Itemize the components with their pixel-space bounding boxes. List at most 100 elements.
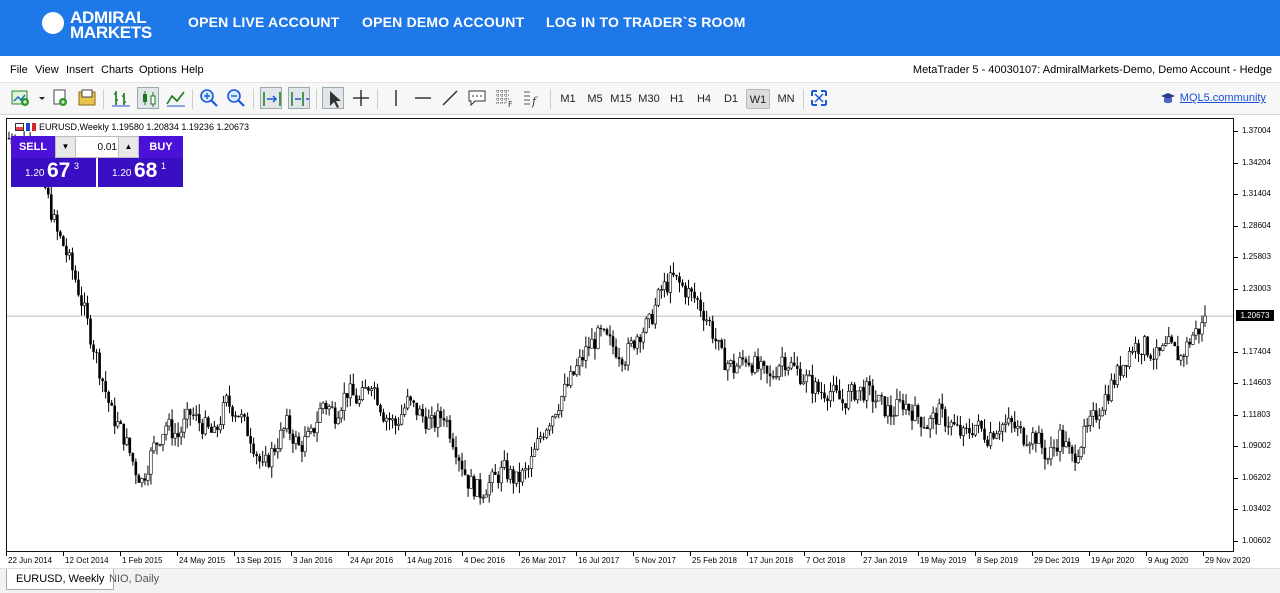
lot-decrease-icon[interactable]: ▼: [56, 137, 76, 157]
timeframe-m30[interactable]: M30: [637, 89, 661, 109]
tab-nio-daily[interactable]: NIO, Daily: [100, 569, 168, 590]
candle-body: [212, 426, 216, 433]
candle-body: [681, 282, 684, 286]
horizontal-line-icon[interactable]: [412, 87, 434, 109]
candle-body: [542, 436, 545, 438]
timeframe-h1[interactable]: H1: [666, 89, 688, 109]
timeframe-m1[interactable]: M1: [557, 89, 579, 109]
vertical-line-icon[interactable]: [385, 87, 407, 109]
timeframe-mn[interactable]: MN: [774, 89, 798, 109]
timeframe-w1[interactable]: W1: [746, 89, 770, 109]
traders-room-login-link[interactable]: LOG IN TO TRADER`S ROOM: [546, 14, 746, 30]
menu-insert[interactable]: Insert: [66, 64, 94, 76]
menu-charts[interactable]: Charts: [101, 64, 133, 76]
menu-help[interactable]: Help: [181, 64, 204, 76]
text-label-icon[interactable]: [466, 87, 488, 109]
candle-body: [986, 439, 989, 446]
grid-icon[interactable]: F: [493, 87, 515, 109]
time-tick: [348, 552, 349, 556]
candle-body: [953, 422, 956, 425]
candle-body: [1085, 425, 1089, 427]
zoom-out-icon[interactable]: [225, 87, 247, 109]
candle-body: [237, 415, 240, 418]
candle-body: [826, 398, 829, 401]
candle-body: [113, 405, 117, 427]
mql5-community-link[interactable]: MQL5.community: [1160, 92, 1266, 104]
candle-body: [116, 421, 120, 427]
candle-body: [741, 357, 745, 360]
candle-body: [988, 432, 993, 447]
candle-body: [1125, 365, 1128, 367]
crosshair-icon[interactable]: [350, 87, 372, 109]
candle-body: [74, 270, 77, 280]
candlesticks-icon[interactable]: [137, 87, 159, 109]
candle-body: [862, 387, 866, 401]
profiles-icon[interactable]: [49, 87, 71, 109]
bar-chart-icon[interactable]: [110, 87, 132, 109]
timeframe-d1[interactable]: D1: [720, 89, 742, 109]
candle-body: [445, 419, 449, 422]
fullscreen-icon[interactable]: [808, 87, 830, 109]
candle-body: [1025, 444, 1029, 446]
candle-body: [853, 384, 856, 400]
chart-area[interactable]: EURUSD,Weekly 1.19580 1.20834 1.19236 1.…: [6, 118, 1234, 552]
buy-price-prefix: 1.20: [112, 168, 132, 179]
cursor-icon[interactable]: [322, 87, 344, 109]
price-tick: [1234, 509, 1238, 511]
chart-shift-icon[interactable]: [288, 87, 310, 109]
menu-file[interactable]: File: [10, 64, 28, 76]
candle-body: [934, 412, 938, 425]
sell-button[interactable]: SELL: [11, 136, 55, 158]
candle-body: [850, 384, 854, 392]
candle-body: [1155, 347, 1159, 360]
candle-body: [527, 468, 530, 470]
candle-body: [823, 392, 826, 399]
candle-body: [367, 387, 370, 391]
new-chart-dropdown-icon[interactable]: [31, 87, 45, 109]
candle-body: [925, 427, 929, 429]
auto-scroll-icon[interactable]: [260, 87, 282, 109]
candle-body: [291, 433, 295, 444]
timeframe-h4[interactable]: H4: [693, 89, 715, 109]
lot-increase-icon[interactable]: ▲: [118, 137, 138, 157]
lot-input[interactable]: [77, 138, 117, 156]
price-tick-label: 1.37004: [1242, 126, 1271, 136]
candlestick-chart: [7, 131, 1233, 505]
candle-body: [1088, 415, 1092, 426]
time-tick-label: 13 Sep 2015: [236, 556, 282, 565]
open-live-account-link[interactable]: OPEN LIVE ACCOUNT: [188, 14, 339, 30]
candle-body: [1055, 447, 1059, 452]
price-tick: [1234, 383, 1238, 385]
timeframe-m15[interactable]: M15: [609, 89, 633, 109]
trend-line-icon[interactable]: [439, 87, 461, 109]
candle-body: [161, 434, 165, 445]
candle-body: [146, 473, 150, 481]
candle-body: [173, 432, 177, 439]
candle-body: [484, 494, 488, 498]
candle-body: [321, 402, 325, 409]
sell-quote[interactable]: 1.20 67 3: [11, 158, 96, 187]
templates-icon[interactable]: [76, 87, 98, 109]
timeframe-m5[interactable]: M5: [584, 89, 606, 109]
chart-header: EURUSD,Weekly 1.19580 1.20834 1.19236 1.…: [15, 122, 249, 132]
candle-body: [101, 378, 104, 382]
candle-body: [883, 396, 887, 416]
candle-body: [1034, 432, 1038, 444]
menu-view[interactable]: View: [35, 64, 59, 76]
brand-logo[interactable]: ADMIRAL MARKETS: [42, 8, 162, 48]
candle-body: [959, 424, 962, 436]
candle-body: [363, 387, 367, 389]
buy-button[interactable]: BUY: [139, 136, 183, 158]
open-demo-account-link[interactable]: OPEN DEMO ACCOUNT: [362, 14, 524, 30]
candle-body: [844, 403, 847, 409]
line-chart-icon[interactable]: [165, 87, 187, 109]
candle-body: [1152, 358, 1155, 360]
menu-options[interactable]: Options: [139, 64, 177, 76]
time-tick: [519, 552, 520, 556]
indicators-icon[interactable]: f: [521, 87, 543, 109]
zoom-in-icon[interactable]: [198, 87, 220, 109]
tab-eurusd-weekly[interactable]: EURUSD, Weekly: [6, 569, 115, 590]
buy-quote[interactable]: 1.20 68 1: [98, 158, 183, 187]
new-chart-icon[interactable]: [10, 87, 32, 109]
candle-body: [865, 381, 869, 401]
